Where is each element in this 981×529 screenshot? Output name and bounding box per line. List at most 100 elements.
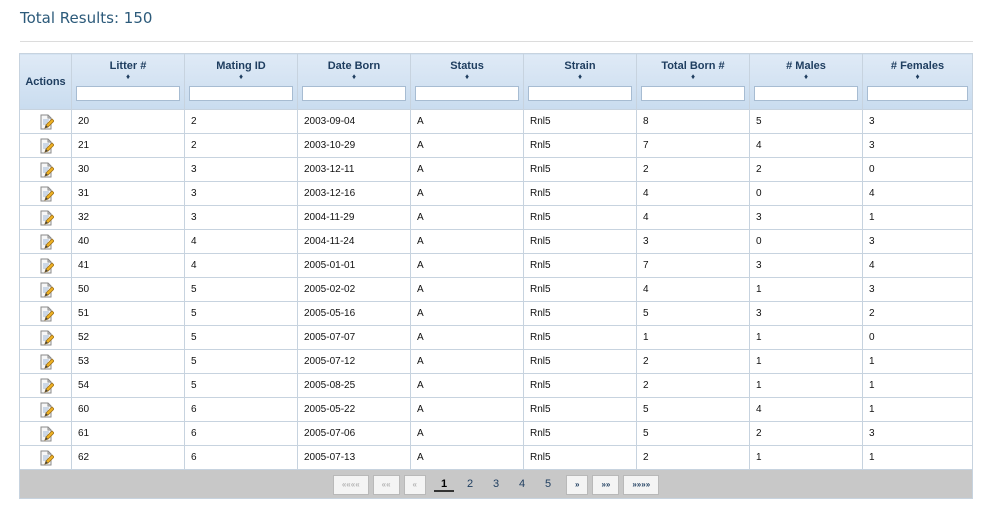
divider <box>20 41 973 42</box>
filter-litter-input[interactable] <box>76 86 180 101</box>
males-cell: 1 <box>749 445 863 470</box>
total-results-label: Total Results: 150 <box>20 9 153 27</box>
total-cell: 1 <box>636 325 750 350</box>
strain-cell: Rnl5 <box>523 397 637 422</box>
edit-document-icon[interactable] <box>38 354 55 370</box>
sort-litter-icon[interactable]: ♦ <box>72 72 184 82</box>
next-block-button[interactable]: »» <box>592 474 620 495</box>
total-cell: 5 <box>636 397 750 422</box>
litter-cell: 50 <box>71 277 185 302</box>
first-page-button[interactable]: «««« <box>332 474 369 495</box>
sort-status-icon[interactable]: ♦ <box>411 72 523 82</box>
actions-cell <box>19 373 72 398</box>
filter-status-input[interactable] <box>415 86 519 101</box>
next-page-button[interactable]: » <box>566 474 589 495</box>
status-cell: A <box>410 181 524 206</box>
mating-cell: 4 <box>184 253 298 278</box>
strain-cell: Rnl5 <box>523 205 637 230</box>
previous-block-button[interactable]: «« <box>372 474 400 495</box>
females-cell: 0 <box>862 157 973 182</box>
edit-document-icon[interactable] <box>38 426 55 442</box>
litter-cell: 60 <box>71 397 185 422</box>
edit-document-icon[interactable] <box>38 402 55 418</box>
litter-cell: 52 <box>71 325 185 350</box>
edit-document-icon[interactable] <box>38 210 55 226</box>
edit-document-icon[interactable] <box>38 186 55 202</box>
mating-cell: 5 <box>184 325 298 350</box>
edit-document-icon[interactable] <box>38 378 55 394</box>
status-cell: A <box>410 205 524 230</box>
edit-document-icon[interactable] <box>38 162 55 178</box>
page-3-link[interactable]: 3 <box>486 478 506 492</box>
page-1-link[interactable]: 1 <box>434 478 454 492</box>
edit-document-icon[interactable] <box>38 258 55 274</box>
filter-mating-input[interactable] <box>189 86 293 101</box>
edit-document-icon[interactable] <box>38 450 55 466</box>
females-cell: 3 <box>862 277 973 302</box>
total-cell: 8 <box>636 109 750 134</box>
column-header-date[interactable]: Date Born ♦ <box>297 53 411 110</box>
males-cell: 0 <box>749 181 863 206</box>
filter-males-input[interactable] <box>754 86 858 101</box>
filter-strain-input[interactable] <box>528 86 632 101</box>
females-cell: 4 <box>862 181 973 206</box>
litter-results-page: Total Results: 150 Actions Litter # ♦ Ma… <box>0 0 981 529</box>
mating-cell: 6 <box>184 397 298 422</box>
filter-date-input[interactable] <box>302 86 406 101</box>
strain-cell: Rnl5 <box>523 421 637 446</box>
status-cell: A <box>410 133 524 158</box>
litter-cell: 32 <box>71 205 185 230</box>
sort-males-icon[interactable]: ♦ <box>750 72 862 82</box>
table-row: 53 5 2005-07-12 A Rnl5 2 1 1 <box>19 349 973 374</box>
females-cell: 1 <box>862 205 973 230</box>
edit-document-icon[interactable] <box>38 306 55 322</box>
mating-cell: 5 <box>184 373 298 398</box>
header-row: Actions Litter # ♦ Mating ID ♦ Date Born… <box>19 53 973 110</box>
litter-cell: 41 <box>71 253 185 278</box>
column-header-label: Strain <box>564 60 596 72</box>
column-header-strain[interactable]: Strain ♦ <box>523 53 637 110</box>
column-header-status[interactable]: Status ♦ <box>410 53 524 110</box>
page-4-link[interactable]: 4 <box>512 478 532 492</box>
sort-females-icon[interactable]: ♦ <box>863 72 972 82</box>
sort-date-icon[interactable]: ♦ <box>298 72 410 82</box>
females-cell: 0 <box>862 325 973 350</box>
strain-cell: Rnl5 <box>523 325 637 350</box>
previous-page-button[interactable]: « <box>403 474 426 495</box>
filter-females-input[interactable] <box>867 86 968 101</box>
edit-document-icon[interactable] <box>38 330 55 346</box>
table-row: 60 6 2005-05-22 A Rnl5 5 4 1 <box>19 397 973 422</box>
edit-document-icon[interactable] <box>38 114 55 130</box>
column-header-total[interactable]: Total Born # ♦ <box>636 53 750 110</box>
edit-document-icon[interactable] <box>38 282 55 298</box>
column-header-females[interactable]: # Females ♦ <box>862 53 973 110</box>
date-cell: 2004-11-24 <box>297 229 411 254</box>
total-cell: 5 <box>636 421 750 446</box>
total-cell: 2 <box>636 157 750 182</box>
sort-strain-icon[interactable]: ♦ <box>524 72 636 82</box>
mating-cell: 5 <box>184 277 298 302</box>
males-cell: 2 <box>749 157 863 182</box>
females-cell: 2 <box>862 301 973 326</box>
last-page-button[interactable]: »»»» <box>623 474 660 495</box>
total-cell: 2 <box>636 445 750 470</box>
column-header-litter[interactable]: Litter # ♦ <box>71 53 185 110</box>
page-2-link[interactable]: 2 <box>460 478 480 492</box>
litter-cell: 54 <box>71 373 185 398</box>
column-header-mating[interactable]: Mating ID ♦ <box>184 53 298 110</box>
mating-cell: 6 <box>184 421 298 446</box>
date-cell: 2005-07-06 <box>297 421 411 446</box>
litter-cell: 53 <box>71 349 185 374</box>
sort-mating-icon[interactable]: ♦ <box>185 72 297 82</box>
males-cell: 0 <box>749 229 863 254</box>
litter-cell: 20 <box>71 109 185 134</box>
date-cell: 2003-09-04 <box>297 109 411 134</box>
column-header-males[interactable]: # Males ♦ <box>749 53 863 110</box>
table-row: 30 3 2003-12-11 A Rnl5 2 2 0 <box>19 157 973 182</box>
sort-total-icon[interactable]: ♦ <box>637 72 749 82</box>
edit-document-icon[interactable] <box>38 234 55 250</box>
edit-document-icon[interactable] <box>38 138 55 154</box>
page-5-link[interactable]: 5 <box>538 478 558 492</box>
filter-total-input[interactable] <box>641 86 745 101</box>
mating-cell: 2 <box>184 109 298 134</box>
